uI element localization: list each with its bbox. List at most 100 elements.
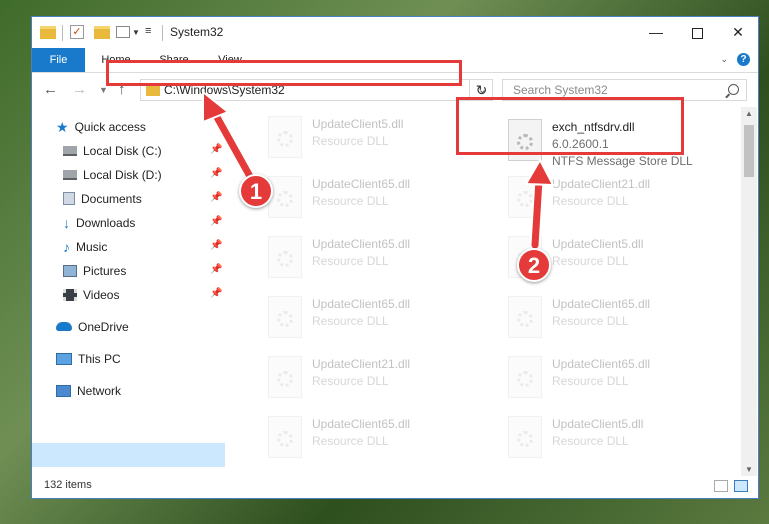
sidebar-item-local-disk-d[interactable]: Local Disk (D:) [63,164,162,186]
list-item[interactable]: UpdateClient65.dll Resource DLL [490,293,710,347]
file-description: Resource DLL [552,194,629,208]
address-bar[interactable]: C:\Windows\System32 ⌄ [140,79,493,101]
star-icon: ★ [56,118,69,135]
list-item[interactable]: UpdateClient5.dll Resource DLL [490,413,710,467]
pin-icon[interactable]: 📌 [210,264,222,275]
step-badge-1: 1 [239,174,273,208]
list-item[interactable]: UpdateClient65.dll Resource DLL [250,173,470,227]
sidebar-item-label: Local Disk (D:) [83,168,162,182]
pin-icon[interactable]: 📌 [210,216,222,227]
properties-check-icon[interactable]: ✓ [70,25,84,39]
chevron-down-icon[interactable]: ▼ [99,85,108,95]
sidebar-item-label: Pictures [83,264,127,278]
properties-icon[interactable] [116,26,130,38]
refresh-button[interactable]: ↻ [469,79,493,101]
sidebar-item-this-pc[interactable]: This PC [56,348,121,370]
sidebar-item-label: Downloads [76,216,136,230]
dll-file-icon [268,176,302,218]
tab-file[interactable]: File [32,48,85,72]
tiles-view-icon[interactable] [734,480,748,492]
details-view-icon[interactable] [714,480,728,492]
list-item[interactable]: UpdateClient65.dll Resource DLL [490,353,710,407]
network-icon [56,384,71,397]
dll-file-icon [268,116,302,158]
list-item[interactable]: UpdateClient21.dll Resource DLL [250,353,470,407]
file-description: Resource DLL [552,254,629,268]
dll-file-icon [268,236,302,278]
pin-icon[interactable]: 📌 [210,144,222,155]
forward-arrow-icon[interactable]: → [72,81,87,98]
file-name: UpdateClient65.dll [312,237,411,251]
scroll-up-icon[interactable]: ▲ [745,109,753,118]
download-icon: ↓ [63,214,70,231]
gear-icon [277,371,293,387]
pin-icon[interactable]: 📌 [210,192,222,203]
sidebar-item-local-disk-c[interactable]: Local Disk (C:) [63,140,162,162]
file-description: Resource DLL [552,434,629,448]
pin-icon[interactable]: 📌 [210,240,222,251]
title-bar: ✓ ▼ ≡ System32 — ✕ [32,17,758,48]
list-item[interactable]: UpdateClient65.dll Resource DLL [250,233,470,287]
tab-share[interactable]: Share [153,48,195,72]
file-name: UpdateClient65.dll [552,357,651,371]
scroll-thumb[interactable] [744,125,754,177]
list-item[interactable]: UpdateClient65.dll Resource DLL [250,413,470,467]
back-arrow-icon[interactable]: ← [43,81,58,98]
pin-icon[interactable]: 📌 [210,288,222,299]
item-count: 132 items [44,479,92,491]
gear-icon [277,191,293,207]
sidebar-item-quick-access[interactable]: ★ Quick access [56,116,146,138]
sidebar-item-music[interactable]: ♪ Music [63,236,107,258]
list-item[interactable]: UpdateClient5.dll Resource DLL [250,113,470,167]
sidebar-item-network[interactable]: Network [56,380,121,402]
gear-icon [277,431,293,447]
search-placeholder: Search System32 [513,83,608,97]
divider [62,25,63,41]
sidebar-item-pictures[interactable]: Pictures [63,260,126,282]
help-icon[interactable]: ? [737,53,750,66]
pictures-icon [63,264,77,277]
cloud-icon [56,322,72,332]
sidebar-item-onedrive[interactable]: OneDrive [56,316,129,338]
gear-icon [277,251,293,267]
folder-icon [146,84,160,96]
sidebar-item-videos[interactable]: Videos [63,284,119,306]
vertical-scrollbar[interactable]: ▲ ▼ [741,107,757,476]
tab-home[interactable]: Home [95,48,137,72]
scroll-down-icon[interactable]: ▼ [745,465,753,474]
minimize-button[interactable]: — [636,17,676,48]
pin-icon[interactable]: 📌 [210,168,222,179]
sidebar-item-label: OneDrive [78,320,129,334]
file-version: 6.0.2600.1 [552,137,609,151]
list-item[interactable]: UpdateClient21.dll Resource DLL [490,173,710,227]
maximize-button[interactable] [677,17,717,48]
up-arrow-icon[interactable]: ↑ [118,81,126,98]
folder-icon[interactable] [40,26,56,39]
gear-icon [517,371,533,387]
list-item-highlighted[interactable]: exch_ntfsdrv.dll 6.0.2600.1 NTFS Message… [490,116,710,170]
sidebar-item-label: This PC [78,352,121,366]
address-path[interactable]: C:\Windows\System32 [164,83,285,97]
sidebar-item-label: Network [77,384,122,398]
videos-icon [63,288,77,301]
search-input[interactable]: Search System32 [502,79,747,101]
sidebar-item-downloads[interactable]: ↓ Downloads [63,212,135,234]
tab-view[interactable]: View [210,48,250,72]
explorer-window: ✓ ▼ ≡ System32 — ✕ File Home Share View … [31,16,759,499]
file-name: UpdateClient21.dll [312,357,411,371]
sidebar-item-documents[interactable]: Documents [63,188,142,210]
computer-icon [56,352,72,365]
chevron-down-icon[interactable]: ⌄ [720,54,728,65]
customize-toolbar-icon[interactable]: ≡ [145,25,151,43]
gear-icon [517,191,533,207]
close-button[interactable]: ✕ [718,17,758,48]
file-name: UpdateClient65.dll [312,297,411,311]
file-description: Resource DLL [312,314,389,328]
selection-highlight [32,443,225,467]
file-name: UpdateClient65.dll [312,417,411,431]
chevron-down-icon[interactable]: ▼ [132,28,140,46]
new-folder-icon[interactable] [94,26,110,39]
dll-file-icon [508,356,542,398]
list-item[interactable]: UpdateClient65.dll Resource DLL [250,293,470,347]
maximize-icon [691,27,703,39]
